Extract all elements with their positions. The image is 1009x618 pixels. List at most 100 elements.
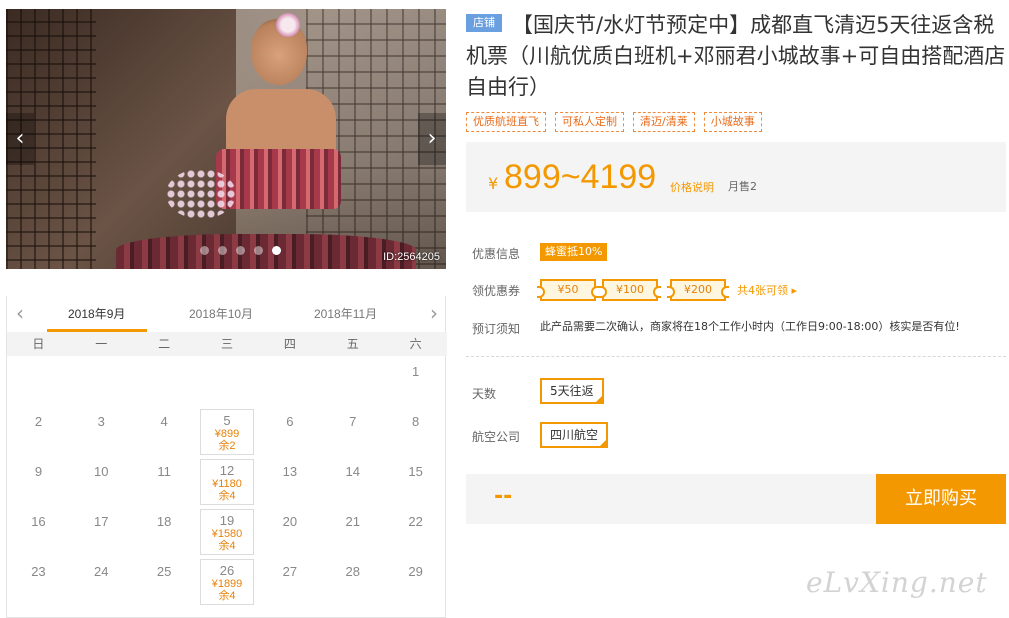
day-number: 2 <box>34 414 43 429</box>
product-tag: 清迈/清莱 <box>633 112 695 132</box>
photo-id: ID:2564205 <box>383 251 440 263</box>
calendar-day-cell: 21 <box>321 508 384 558</box>
calendar-day-available[interactable]: 12 ¥1180 余4 <box>196 458 259 508</box>
gallery-dot[interactable] <box>254 246 263 255</box>
notice-label: 预订须知 <box>472 322 521 336</box>
flower-bouquet <box>166 169 236 219</box>
calendar-week-row: 9 10 11 12 ¥1180 余4 13 14 15 <box>7 458 447 508</box>
site-watermark: eLvXing.net <box>806 566 988 599</box>
day-number: 5 <box>223 413 231 428</box>
day-stock: 余4 <box>218 490 236 502</box>
calendar-day-available[interactable]: 26 ¥1899 余4 <box>196 558 259 608</box>
day-number: 24 <box>94 564 109 579</box>
month-tab-1[interactable]: 2018年10月 <box>189 305 253 322</box>
chevron-right-icon: › <box>427 126 437 151</box>
day-number: 15 <box>408 464 423 479</box>
day-stock: 余4 <box>218 590 236 602</box>
month-tab-2[interactable]: 2018年11月 <box>314 305 377 322</box>
gallery-dot[interactable] <box>200 246 209 255</box>
gallery-dot[interactable] <box>218 246 227 255</box>
day-number: 27 <box>282 564 298 579</box>
calendar-day-cell: 22 <box>384 508 447 558</box>
booking-notice: 此产品需要二次确认，商家将在18个工作小时内（工作日9:00-18:00）核实是… <box>540 320 960 333</box>
orchid-flower <box>276 13 300 37</box>
calendar-day-cell: 18 <box>133 508 196 558</box>
calendar-day-cell: 16 <box>7 508 70 558</box>
weekday-label: 一 <box>95 337 108 351</box>
price-explain-link[interactable]: 价格说明 <box>670 179 714 195</box>
month-tab-0[interactable]: 2018年9月 <box>68 305 125 322</box>
day-number: 21 <box>345 514 360 529</box>
day-number: 23 <box>31 564 46 579</box>
airline-label: 航空公司 <box>472 430 521 444</box>
weekday-label: 三 <box>221 337 234 351</box>
product-title: 【国庆节/水灯节预定中】成都直飞清迈5天往返含税机票（川航优质白班机+邓丽君小城… <box>466 13 1006 99</box>
chevron-right-icon: › <box>430 301 438 325</box>
calendar-day-cell: 10 <box>70 458 133 508</box>
weekday-label: 日 <box>32 337 45 351</box>
chevron-left-icon: ‹ <box>16 301 24 325</box>
calendar-day-cell: 6 <box>258 408 321 458</box>
weekday-label: 五 <box>346 337 359 351</box>
calendar-day-cell: 7 <box>321 408 384 458</box>
day-number: 28 <box>345 564 360 579</box>
day-price: ¥1899 <box>211 578 243 590</box>
calendar-day-cell: 4 <box>133 408 196 458</box>
day-number: 6 <box>286 414 294 429</box>
calendar-day-cell: 28 <box>321 558 384 608</box>
calendar-day-available[interactable]: 5 ¥899 余2 <box>196 408 259 458</box>
calendar-day-cell: 8 <box>384 408 447 458</box>
day-number: 25 <box>156 564 172 579</box>
chevron-left-icon: ‹ <box>15 126 25 151</box>
buy-now-button[interactable]: 立即购买 <box>876 474 1006 524</box>
gallery-dot[interactable] <box>236 246 245 255</box>
calendar-day-cell <box>321 358 384 408</box>
calendar-day-cell <box>258 358 321 408</box>
gallery-prev-button[interactable]: ‹ <box>6 113 34 165</box>
discount-badge: 蜂蜜抵10% <box>540 243 608 261</box>
calendar-prev-month-button[interactable]: ‹ <box>9 302 31 324</box>
available-date-box[interactable]: 12 ¥1180 余4 <box>199 459 255 505</box>
day-number: 8 <box>411 414 420 429</box>
weekday-header: 日一二三四五六 <box>7 332 447 356</box>
day-number: 9 <box>34 464 43 479</box>
price-currency: ¥ <box>488 174 499 193</box>
shop-badge[interactable]: 店铺 <box>466 14 502 32</box>
days-option[interactable]: 5天往返 <box>540 378 604 404</box>
available-date-box[interactable]: 19 ¥1580 余4 <box>199 509 255 555</box>
calendar-day-cell: 15 <box>384 458 447 508</box>
day-price: ¥1180 <box>212 478 242 490</box>
date-calendar: ‹ 2018年9月 2018年10月 2018年11月 › 日一二三四五六 12… <box>6 296 447 618</box>
day-number: 10 <box>94 464 109 479</box>
day-stock: 余2 <box>218 440 236 452</box>
calendar-day-cell <box>70 358 133 408</box>
available-date-box[interactable]: 5 ¥899 余2 <box>199 409 255 455</box>
calendar-grid: 1 2 3 4 5 ¥899 余2 6 7 8 9 10 11 12 ¥1180 余4 13 14 15 16 17 18… <box>7 358 447 608</box>
calendar-month-nav: ‹ 2018年9月 2018年10月 2018年11月 › <box>7 296 447 332</box>
product-gallery: ‹ › ID:2564205 <box>6 9 446 269</box>
day-number: 29 <box>408 564 423 579</box>
gallery-dot[interactable] <box>272 246 281 255</box>
calendar-day-cell <box>133 358 196 408</box>
gallery-next-button[interactable]: › <box>418 113 446 165</box>
coupon-more-link[interactable]: 共4张可领 ▸ <box>737 282 797 298</box>
coupon-200[interactable]: ¥200 <box>667 279 729 301</box>
available-date-box[interactable]: 26 ¥1899 余4 <box>199 559 255 605</box>
calendar-day-cell: 1 <box>384 358 447 408</box>
section-divider <box>466 356 1006 357</box>
calendar-day-available[interactable]: 19 ¥1580 余4 <box>196 508 259 558</box>
coupon-100[interactable]: ¥100 <box>599 279 661 301</box>
calendar-day-cell: 25 <box>133 558 196 608</box>
days-label: 天数 <box>472 387 497 401</box>
day-number: 4 <box>160 414 168 429</box>
day-number: 7 <box>349 414 357 429</box>
discount-label: 优惠信息 <box>472 247 521 261</box>
calendar-day-cell: 11 <box>133 458 196 508</box>
calendar-next-month-button[interactable]: › <box>423 302 445 324</box>
coupon-50[interactable]: ¥50 <box>537 279 599 301</box>
airline-option[interactable]: 四川航空 <box>540 422 609 448</box>
day-number: 17 <box>94 514 109 529</box>
day-number: 1 <box>411 364 420 379</box>
calendar-day-cell: 23 <box>7 558 70 608</box>
weekday-label: 二 <box>158 337 171 351</box>
